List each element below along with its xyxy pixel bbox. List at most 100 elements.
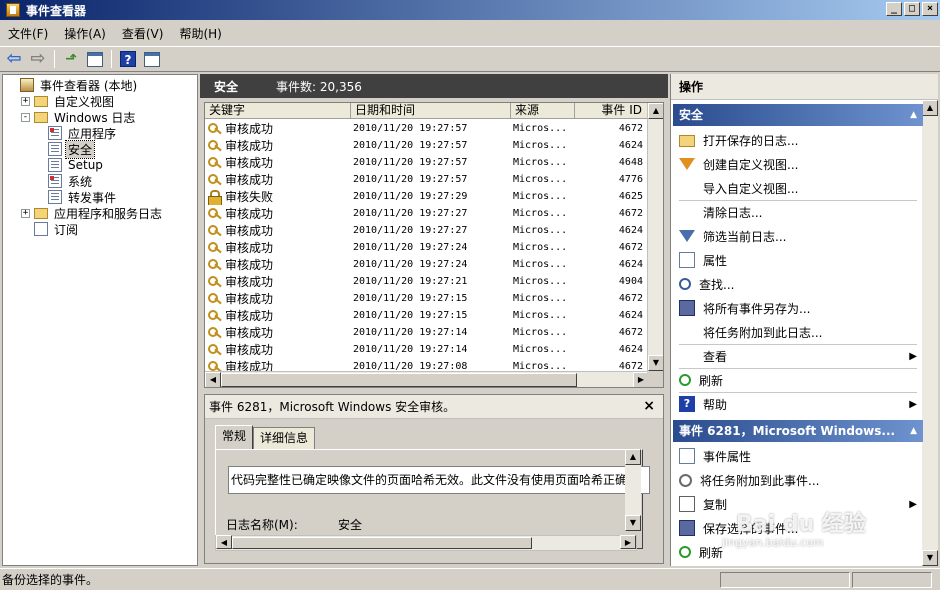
event-row[interactable]: 审核成功 2010/11/20 19:27:27 Micros... 4672 <box>205 205 649 222</box>
minimize-button[interactable]: _ <box>886 2 902 16</box>
action-item[interactable]: 查看 ▶ <box>673 344 923 368</box>
actions-vertical-scrollbar[interactable]: ▲ ▼ <box>922 100 938 566</box>
tree-item[interactable]: 订阅 <box>3 221 197 237</box>
event-row[interactable]: 审核成功 2010/11/20 19:27:14 Micros... 4624 <box>205 341 649 358</box>
tree-item[interactable]: - Windows 日志 <box>3 109 197 125</box>
event-datetime: 2010/11/20 19:27:24 <box>353 242 468 253</box>
event-datetime: 2010/11/20 19:27:27 <box>353 208 468 219</box>
scroll-left-icon[interactable]: ◀ <box>216 535 232 549</box>
show-hide-tree-button[interactable] <box>85 49 105 69</box>
action-item[interactable]: ? 帮助 ▶ <box>673 392 923 416</box>
column-datetime[interactable]: 日期和时间 <box>351 103 511 119</box>
tree-item[interactable]: 转发事件 <box>3 189 197 205</box>
event-datetime: 2010/11/20 19:27:27 <box>353 225 468 236</box>
scroll-left-icon[interactable]: ◀ <box>205 372 221 387</box>
action-item[interactable]: 保存选择的事件... <box>673 516 923 540</box>
scroll-down-icon[interactable]: ▼ <box>648 355 663 371</box>
event-row[interactable]: 审核成功 2010/11/20 19:27:57 Micros... 4776 <box>205 171 649 188</box>
action-item[interactable]: 查找... <box>673 272 923 296</box>
actions-section-event[interactable]: 事件 6281，Microsoft Windows... ▲ <box>673 420 923 442</box>
tree-item[interactable]: 系统 <box>3 173 197 189</box>
back-button[interactable]: ⇦ <box>4 49 24 69</box>
collapse-section-icon[interactable]: ▲ <box>910 104 917 126</box>
tree-item[interactable]: + 自定义视图 <box>3 93 197 109</box>
event-row[interactable]: 审核成功 2010/11/20 19:27:57 Micros... 4672 <box>205 120 649 137</box>
event-row[interactable]: 审核成功 2010/11/20 19:27:15 Micros... 4624 <box>205 307 649 324</box>
key-icon <box>207 343 223 357</box>
expand-icon[interactable]: + <box>21 96 30 106</box>
event-row[interactable]: 审核成功 2010/11/20 19:27:57 Micros... 4648 <box>205 154 649 171</box>
action-item[interactable]: 刷新 <box>673 368 923 392</box>
scroll-down-icon[interactable]: ▼ <box>625 515 641 531</box>
detail-scroll-thumb[interactable] <box>232 537 532 549</box>
event-list: 关键字 日期和时间 来源 事件 ID 审核成功 2010/11/20 19:27:… <box>204 102 664 388</box>
event-keyword: 审核成功 <box>225 156 274 170</box>
action-item[interactable]: 打开保存的日志... <box>673 128 923 152</box>
collapse-icon[interactable]: - <box>21 112 30 122</box>
actions-section-security[interactable]: 安全 ▲ <box>673 104 923 126</box>
close-button[interactable]: × <box>922 2 938 16</box>
detail-horizontal-scrollbar[interactable]: ◀ ▶ <box>215 535 637 551</box>
detail-vertical-scrollbar[interactable]: ▲ ▼ <box>625 449 641 531</box>
log-icon <box>48 126 62 140</box>
scroll-up-icon[interactable]: ▲ <box>922 100 938 116</box>
event-row[interactable]: 审核成功 2010/11/20 19:27:24 Micros... 4624 <box>205 256 649 273</box>
event-source: Micros... <box>513 123 568 134</box>
action-item[interactable]: 将所有事件另存为... <box>673 296 923 320</box>
scroll-right-icon[interactable]: ▶ <box>620 535 636 549</box>
event-keyword: 审核失败 <box>225 190 274 204</box>
tab-details[interactable]: 详细信息 <box>253 427 316 449</box>
maximize-button[interactable]: □ <box>904 2 920 16</box>
column-event-id[interactable]: 事件 ID <box>575 103 649 119</box>
event-row[interactable]: 审核成功 2010/11/20 19:27:27 Micros... 4624 <box>205 222 649 239</box>
horizontal-scroll-thumb[interactable] <box>221 373 577 387</box>
scroll-up-icon[interactable]: ▲ <box>648 103 663 119</box>
event-description[interactable]: 代码完整性已确定映像文件的页面哈希无效。此文件没有使用页面哈希正确签 <box>228 466 650 494</box>
tree-item[interactable]: 事件查看器 (本地) <box>3 77 197 93</box>
action-item[interactable]: 刷新 <box>673 540 923 564</box>
scroll-up-icon[interactable]: ▲ <box>625 449 641 465</box>
event-row[interactable]: 审核成功 2010/11/20 19:27:14 Micros... 4672 <box>205 324 649 341</box>
tree-item-label: 系统 <box>68 174 93 189</box>
event-list-vertical-scrollbar[interactable]: ▲ ▼ <box>647 103 663 371</box>
action-item[interactable]: 复制 ▶ <box>673 492 923 516</box>
up-button[interactable]: ⬏ <box>61 49 81 69</box>
tree-item[interactable]: 安全 <box>3 139 197 159</box>
event-row[interactable]: 审核成功 2010/11/20 19:27:15 Micros... 4672 <box>205 290 649 307</box>
action-item[interactable]: 导入自定义视图... <box>673 176 923 200</box>
event-source: Micros... <box>513 276 568 287</box>
action-item-label: 将任务附加到此事件... <box>700 473 820 488</box>
action-item[interactable]: 筛选当前日志... <box>673 224 923 248</box>
show-action-pane-button[interactable] <box>142 49 162 69</box>
column-source[interactable]: 来源 <box>511 103 575 119</box>
tree-item[interactable]: Setup <box>3 157 197 173</box>
tab-general[interactable]: 常规 <box>215 425 254 449</box>
status-bar: 备份选择的事件。 <box>0 568 940 590</box>
event-row[interactable]: 审核失败 2010/11/20 19:27:29 Micros... 4625 <box>205 188 649 205</box>
collapse-section-icon[interactable]: ▲ <box>910 420 917 442</box>
help-button[interactable]: ? <box>118 49 138 69</box>
menu-file[interactable]: 文件(F) <box>0 25 56 42</box>
save-icon <box>679 300 695 316</box>
tree-item[interactable]: 应用程序 <box>3 125 197 141</box>
action-item[interactable]: 将任务附加到此日志... <box>673 320 923 344</box>
forward-button[interactable]: ⇨ <box>28 49 48 69</box>
action-item[interactable]: 清除日志... <box>673 200 923 224</box>
scroll-down-icon[interactable]: ▼ <box>922 550 938 566</box>
column-keyword[interactable]: 关键字 <box>205 103 351 119</box>
menu-action[interactable]: 操作(A) <box>56 25 114 42</box>
expand-icon[interactable]: + <box>21 208 30 218</box>
event-row[interactable]: 审核成功 2010/11/20 19:27:21 Micros... 4904 <box>205 273 649 290</box>
menu-view[interactable]: 查看(V) <box>114 25 172 42</box>
action-item[interactable]: 事件属性 <box>673 444 923 468</box>
tree-item[interactable]: + 应用程序和服务日志 <box>3 205 197 221</box>
event-row[interactable]: 审核成功 2010/11/20 19:27:57 Micros... 4624 <box>205 137 649 154</box>
log-icon <box>48 174 62 188</box>
action-item[interactable]: 创建自定义视图... <box>673 152 923 176</box>
action-item[interactable]: 属性 <box>673 248 923 272</box>
action-item[interactable]: 将任务附加到此事件... <box>673 468 923 492</box>
event-list-horizontal-scrollbar[interactable]: ◀ ▶ <box>205 371 649 387</box>
close-detail-icon[interactable]: × <box>643 398 655 414</box>
menu-help[interactable]: 帮助(H) <box>171 25 229 42</box>
event-row[interactable]: 审核成功 2010/11/20 19:27:24 Micros... 4672 <box>205 239 649 256</box>
